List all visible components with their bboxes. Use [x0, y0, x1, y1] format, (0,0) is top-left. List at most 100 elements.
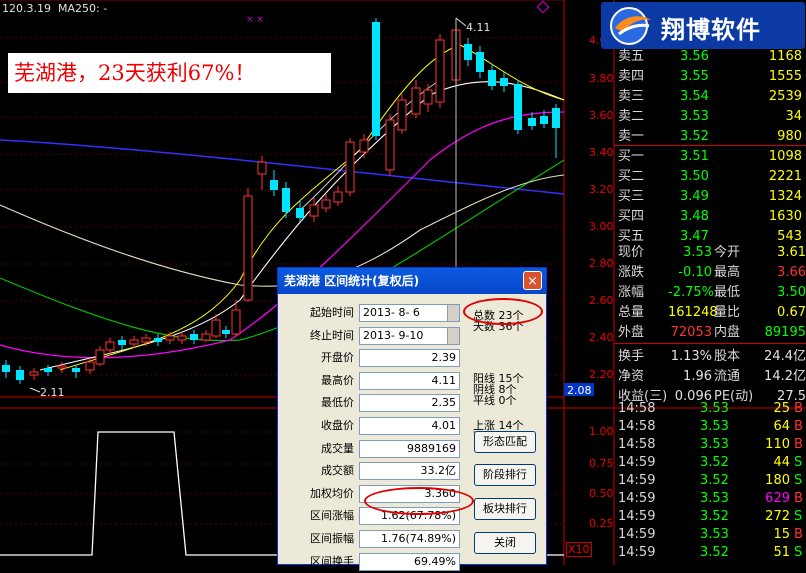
- candle-body: [222, 330, 230, 334]
- tick-side: S: [794, 455, 803, 470]
- ask-price: 3.54: [680, 89, 709, 104]
- candle-body: [85, 361, 95, 371]
- candle-body: [333, 191, 343, 203]
- axis-label: 3.80: [589, 72, 614, 85]
- field-label: 成交量: [321, 441, 354, 455]
- field-value: 33.2亿: [359, 462, 460, 481]
- tick-volume: 272: [765, 509, 790, 524]
- stage-rank-button[interactable]: 阶段排行: [474, 464, 536, 486]
- tick-volume: 44: [773, 455, 790, 470]
- ask-volume: 1168: [768, 49, 802, 64]
- stat-value: 89195: [764, 325, 806, 340]
- bid-price: 3.49: [680, 189, 709, 204]
- axis-label: 2.60: [589, 294, 614, 307]
- bid-label: 买二: [618, 169, 645, 184]
- candle-body: [243, 195, 253, 301]
- stat-value: 72053: [670, 325, 712, 340]
- stat-value: 24.4亿: [764, 349, 806, 364]
- candle-body: [270, 180, 278, 190]
- bid-volume: 2221: [768, 169, 802, 184]
- spinner-icon[interactable]: [447, 327, 459, 344]
- candle-body: [190, 334, 198, 340]
- field-label: 开盘价: [321, 351, 354, 365]
- dialog-field-row: 成交额 33.2亿: [278, 460, 468, 482]
- sector-rank-button[interactable]: 板块排行: [474, 498, 536, 520]
- low-marker: 2.11: [40, 386, 65, 399]
- candle-body: [16, 370, 24, 380]
- dialog-title[interactable]: 芜湖港 区间统计(复权后): [278, 268, 546, 294]
- field-value: 9889169: [359, 439, 460, 458]
- candle-body: [464, 44, 472, 60]
- stat-label: 股本: [714, 349, 741, 364]
- candle-body: [57, 365, 67, 369]
- date-input[interactable]: 2013- 9-10: [359, 326, 460, 345]
- stat-value: 3.66: [777, 265, 806, 280]
- ask-volume: 2539: [768, 89, 802, 104]
- stat-value: -0.10: [678, 265, 712, 280]
- axis-label: 2.40: [589, 331, 614, 344]
- candle-body: [397, 99, 407, 131]
- candle-body: [141, 337, 151, 343]
- ma250-label: MA250: -: [58, 2, 107, 15]
- dialog-field-row: 区间换手 69.49%: [278, 551, 468, 573]
- dialog-field-row: 最低价 2.35: [278, 392, 468, 414]
- candle-body: [95, 349, 105, 365]
- tick-side: B: [794, 437, 803, 452]
- ma250-line: [0, 139, 565, 195]
- spinner-icon[interactable]: [447, 305, 459, 321]
- bid-label: 买四: [618, 209, 645, 224]
- axis-label: 0.25: [589, 517, 614, 530]
- ask-price: 3.53: [680, 109, 709, 124]
- stat-label: 内盘: [714, 325, 741, 340]
- field-label: 区间振幅: [310, 532, 354, 545]
- count-stat: 平线 0个: [473, 394, 517, 407]
- candle-body: [211, 319, 221, 337]
- tick-time: 14:59: [618, 473, 656, 488]
- header-info: 120.3.19: [2, 2, 51, 15]
- candle-body: [44, 368, 52, 372]
- candle-body: [540, 116, 548, 124]
- field-label: 区间换手: [310, 554, 354, 568]
- total-count-highlight: [463, 298, 543, 325]
- tick-side: B: [794, 527, 803, 542]
- stat-label: 换手: [618, 349, 645, 364]
- tick-time: 14:59: [618, 455, 656, 470]
- date-input[interactable]: 2013- 8- 6: [359, 304, 460, 322]
- axis-label: 1.00: [589, 425, 614, 438]
- bid-volume: 1324: [768, 189, 802, 204]
- candle-body: [29, 371, 39, 376]
- indicator-multiplier[interactable]: X10: [566, 542, 592, 557]
- candle-body: [500, 78, 508, 86]
- candle-body: [105, 341, 115, 351]
- candle-body: [359, 139, 369, 153]
- candle-body: [154, 338, 162, 342]
- field-label: 最低价: [321, 396, 354, 410]
- candle-body: [118, 340, 126, 345]
- tick-price: 3.53: [700, 491, 729, 506]
- candle-body: [552, 108, 560, 128]
- tick-volume: 25: [773, 401, 790, 416]
- close-button[interactable]: 关闭: [474, 532, 536, 554]
- ask-volume: 980: [777, 129, 802, 144]
- bid-price: 3.50: [680, 169, 709, 184]
- dialog-field-row: 最高价 4.11: [278, 370, 468, 392]
- profit-banner: 芜湖港，23天获利67%！: [8, 53, 331, 93]
- tick-volume: 15: [773, 527, 790, 542]
- tick-side: S: [794, 545, 803, 560]
- stat-value: 161248: [668, 305, 718, 320]
- field-label: 收盘价: [321, 419, 354, 432]
- close-icon[interactable]: ×: [523, 271, 542, 290]
- tick-time: 14:58: [618, 401, 656, 416]
- pattern-match-button[interactable]: 形态匹配: [474, 431, 536, 453]
- ask-label: 卖二: [618, 109, 645, 124]
- ask-label: 卖四: [618, 69, 645, 84]
- field-label: 加权均价: [310, 486, 354, 500]
- stat-value: -2.75%: [668, 285, 714, 300]
- tick-volume: 110: [765, 437, 790, 452]
- field-label: 区间涨幅: [310, 509, 354, 523]
- tick-volume: 629: [765, 491, 790, 506]
- stat-label: 总量: [618, 305, 645, 320]
- axis-label: 2.80: [589, 257, 614, 270]
- bid-volume: 1630: [768, 209, 802, 224]
- dialog-field-row: 起始时间 2013- 8- 6: [278, 302, 468, 324]
